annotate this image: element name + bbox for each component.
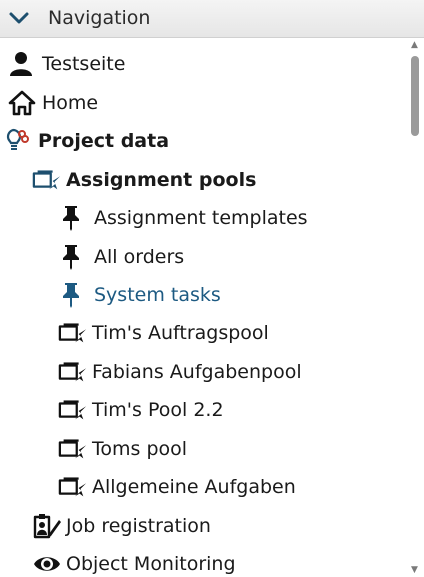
tree-item-label: Job registration	[66, 515, 211, 537]
tree-item-toms-pool[interactable]: Toms pool	[58, 433, 187, 465]
navigation-title: Navigation	[48, 7, 151, 29]
pushpin-icon	[60, 204, 90, 232]
tree-item-label: Testseite	[42, 53, 126, 75]
scrollbar-thumb[interactable]	[411, 56, 419, 136]
user-icon	[8, 50, 38, 78]
tree-item-project-data[interactable]: Project data	[4, 125, 169, 157]
tree-item-label: Allgemeine Aufgaben	[92, 476, 296, 498]
tree-item-assignment-templates[interactable]: Assignment templates	[60, 202, 308, 234]
pool-icon	[58, 358, 88, 386]
tree-item-tims-pool-2-2[interactable]: Tim's Pool 2.2	[58, 394, 224, 426]
tree-item-all-orders[interactable]: All orders	[60, 241, 184, 273]
pool-icon	[58, 396, 88, 424]
tree-item-label: All orders	[94, 246, 185, 268]
tree-item-testseite[interactable]: Testseite	[8, 48, 125, 80]
eye-icon	[32, 550, 62, 577]
tree-item-label: Fabians Aufgabenpool	[92, 361, 302, 383]
tree-item-tims-auftragspool[interactable]: Tim's Auftragspool	[58, 317, 269, 349]
pool-icon	[58, 435, 88, 463]
tree-item-label: Assignment templates	[94, 207, 308, 229]
navigation-header[interactable]: Navigation	[0, 0, 424, 38]
tree-item-job-registration[interactable]: Job registration	[32, 510, 211, 542]
tree-item-label: Home	[42, 92, 99, 114]
scroll-down-arrow-icon[interactable]: ▼	[411, 565, 418, 575]
pushpin-icon	[60, 281, 90, 309]
tree-item-allgemeine-aufgaben[interactable]: Allgemeine Aufgaben	[58, 471, 296, 503]
navigation-tree: Testseite Home Project data Assignment p…	[0, 38, 406, 577]
tree-item-assignment-pools[interactable]: Assignment pools	[32, 164, 256, 196]
tree-item-label: Tim's Pool 2.2	[92, 399, 224, 421]
tree-item-label: Toms pool	[92, 438, 188, 460]
tree-item-fabians-aufgabenpool[interactable]: Fabians Aufgabenpool	[58, 356, 302, 388]
tree-item-label: Object Monitoring	[66, 553, 236, 575]
tree-item-label: Project data	[38, 130, 170, 152]
chevron-down-icon[interactable]	[8, 9, 30, 27]
tree-item-home[interactable]: Home	[8, 87, 98, 119]
project-data-icon	[4, 127, 34, 155]
tree-item-system-tasks[interactable]: System tasks	[60, 279, 221, 311]
tree-item-object-monitoring[interactable]: Object Monitoring	[32, 548, 236, 577]
scroll-up-arrow-icon[interactable]: ▲	[411, 40, 418, 50]
assignment-pool-icon	[32, 166, 62, 194]
tree-item-label: Tim's Auftragspool	[92, 322, 269, 344]
home-icon	[8, 89, 38, 117]
pool-icon	[58, 473, 88, 501]
tree-item-label: System tasks	[94, 284, 221, 306]
job-registration-icon	[32, 512, 62, 540]
vertical-scrollbar[interactable]: ▲ ▼	[406, 38, 424, 577]
tree-item-label: Assignment pools	[66, 169, 257, 191]
pool-icon	[58, 319, 88, 347]
pushpin-icon	[60, 243, 90, 271]
